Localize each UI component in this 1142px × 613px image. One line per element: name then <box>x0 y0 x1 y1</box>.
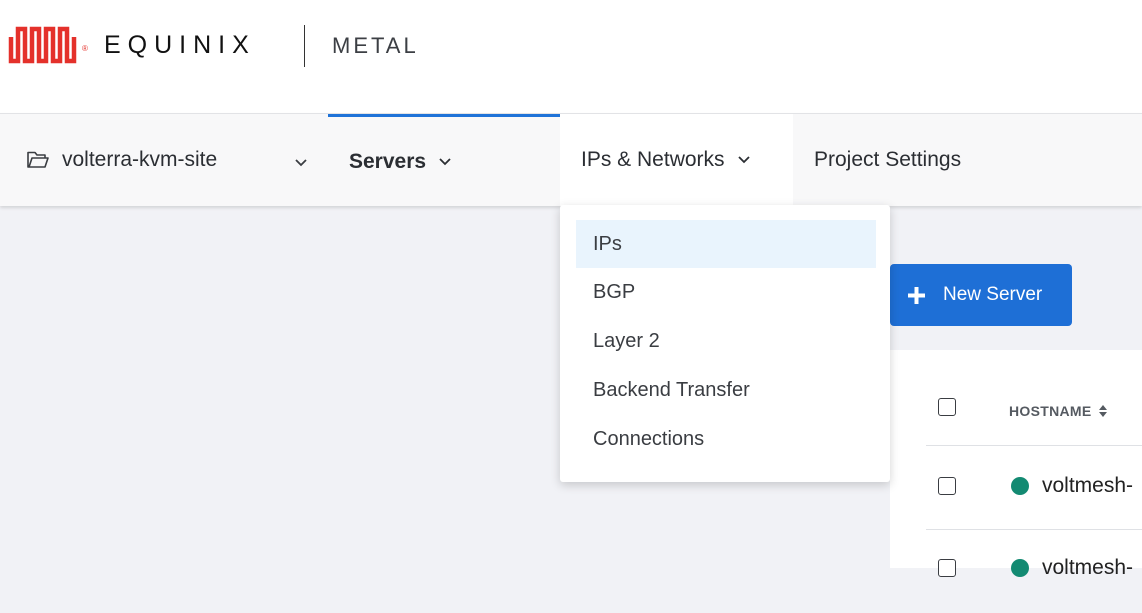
tab-project-settings-label: Project Settings <box>814 148 962 171</box>
menu-item-backend-transfer[interactable]: Backend Transfer <box>576 366 876 415</box>
brand-product-name[interactable]: METAL <box>332 33 419 59</box>
select-all-checkbox[interactable] <box>938 398 956 416</box>
tab-servers-label: Servers <box>349 149 427 173</box>
menu-item-connections[interactable]: Connections <box>576 415 876 464</box>
equinix-logo-icon[interactable] <box>8 23 80 72</box>
hostname-link[interactable]: voltmesh- <box>1042 474 1133 498</box>
row-checkbox[interactable] <box>938 477 956 495</box>
new-server-label: New Server <box>943 284 1043 305</box>
chevron-down-icon <box>737 155 751 165</box>
brand-header: ® EQUINIX METAL <box>0 0 1142 113</box>
hostname-link[interactable]: voltmesh- <box>1042 556 1133 580</box>
folder-icon <box>26 150 50 170</box>
project-selector[interactable]: volterra-kvm-site <box>26 114 307 206</box>
tab-ips-networks-label: IPs & Networks <box>581 148 725 171</box>
servers-table: HOSTNAME voltmesh- voltmesh- <box>890 350 1142 579</box>
menu-item-bgp[interactable]: BGP <box>576 268 876 317</box>
table-header: HOSTNAME <box>890 350 1142 446</box>
table-row[interactable]: voltmesh- <box>890 530 1142 613</box>
chevron-down-icon <box>438 157 452 167</box>
registered-mark: ® <box>82 44 88 53</box>
chevron-down-icon <box>294 150 308 174</box>
project-nav-bar: volterra-kvm-site Servers IPs & Networks… <box>0 113 1142 206</box>
status-active-icon <box>1011 477 1029 495</box>
sort-icon <box>1098 404 1108 418</box>
column-hostname-label: HOSTNAME <box>1009 403 1092 419</box>
brand-company-name[interactable]: EQUINIX <box>104 31 256 60</box>
plus-icon <box>908 286 925 304</box>
menu-item-ips[interactable]: IPs <box>576 220 876 268</box>
table-row[interactable]: voltmesh- <box>890 446 1142 529</box>
tab-ips-networks[interactable]: IPs & Networks <box>560 114 793 206</box>
ips-networks-dropdown-menu: IPs BGP Layer 2 Backend Transfer Connect… <box>560 205 890 482</box>
project-name: volterra-kvm-site <box>62 148 218 171</box>
row-checkbox[interactable] <box>938 559 956 577</box>
tab-project-settings[interactable]: Project Settings <box>793 114 961 206</box>
menu-item-layer-2[interactable]: Layer 2 <box>576 317 876 366</box>
column-header-hostname[interactable]: HOSTNAME <box>1009 403 1108 419</box>
brand-divider <box>304 25 305 67</box>
new-server-button[interactable]: New Server <box>890 264 1072 326</box>
status-active-icon <box>1011 559 1029 577</box>
tab-servers[interactable]: Servers <box>328 114 560 206</box>
